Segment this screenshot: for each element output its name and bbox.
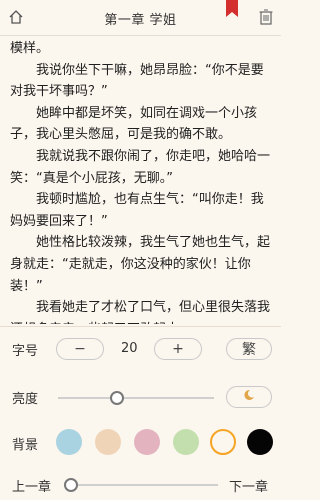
paragraph: 模样。 bbox=[10, 41, 50, 56]
font-increase-button[interactable]: + bbox=[154, 338, 202, 360]
background-swatch[interactable] bbox=[210, 429, 236, 455]
prev-chapter-button[interactable]: 上一章 bbox=[12, 476, 51, 495]
paragraph: 她眸中都是坏笑，如同在调戏一个小孩子，我心里头憋屈，可是我的确不敢。 bbox=[10, 105, 258, 143]
traditional-chinese-button[interactable]: 繁 bbox=[226, 338, 272, 360]
font-decrease-button[interactable]: − bbox=[56, 338, 104, 360]
trash-icon[interactable] bbox=[259, 9, 273, 25]
brightness-track[interactable] bbox=[58, 397, 214, 399]
brightness-label: 亮度 bbox=[12, 392, 39, 407]
paragraph: 我说你坐下干嘛，她昂昂脸：“你不是要对我干坏事吗？” bbox=[10, 62, 264, 100]
background-swatch[interactable] bbox=[95, 429, 121, 455]
next-chapter-button[interactable]: 下一章 bbox=[229, 476, 268, 495]
chapter-slider-handle[interactable] bbox=[63, 478, 78, 492]
font-size-value: 20 bbox=[121, 341, 138, 356]
paragraph: 我就说我不跟你闹了，你走吧，她哈哈一笑：“真是个小屁孩，无聊。” bbox=[10, 148, 271, 186]
reading-content: 模样。我说你坐下干嘛，她昂昂脸：“你不是要对我干坏事吗？” 她眸中都是坏笑，如同在… bbox=[10, 38, 272, 340]
top-bar: 第一章 学姐 bbox=[0, 0, 281, 36]
background-swatch[interactable] bbox=[56, 429, 82, 455]
background-swatch[interactable] bbox=[173, 429, 199, 455]
background-swatch[interactable] bbox=[247, 429, 273, 455]
settings-panel: 字号 − 20 + 繁 亮度 背景 上一章 下一章 bbox=[0, 326, 281, 500]
moon-icon bbox=[243, 389, 255, 405]
font-size-label: 字号 bbox=[12, 344, 39, 359]
font-size-row: 字号 − 20 + 繁 bbox=[0, 337, 281, 361]
night-mode-button[interactable] bbox=[226, 386, 272, 408]
brightness-row: 亮度 bbox=[0, 385, 281, 409]
chapter-row: 上一章 下一章 bbox=[0, 475, 281, 495]
chapter-progress-track[interactable] bbox=[66, 484, 218, 486]
background-swatch[interactable] bbox=[134, 429, 160, 455]
paragraph: 我顿时尴尬，也有点生气：“叫你走！我妈妈要回来了！” bbox=[10, 192, 264, 229]
background-row: 背景 bbox=[0, 427, 281, 457]
bookmark-icon[interactable] bbox=[224, 0, 240, 18]
background-label: 背景 bbox=[12, 438, 39, 453]
brightness-slider-handle[interactable] bbox=[110, 391, 125, 405]
paragraph: 她性格比较泼辣，我生气了她也生气，起身就走：“走就走，你这没种的家伙！让你装！” bbox=[10, 235, 271, 294]
